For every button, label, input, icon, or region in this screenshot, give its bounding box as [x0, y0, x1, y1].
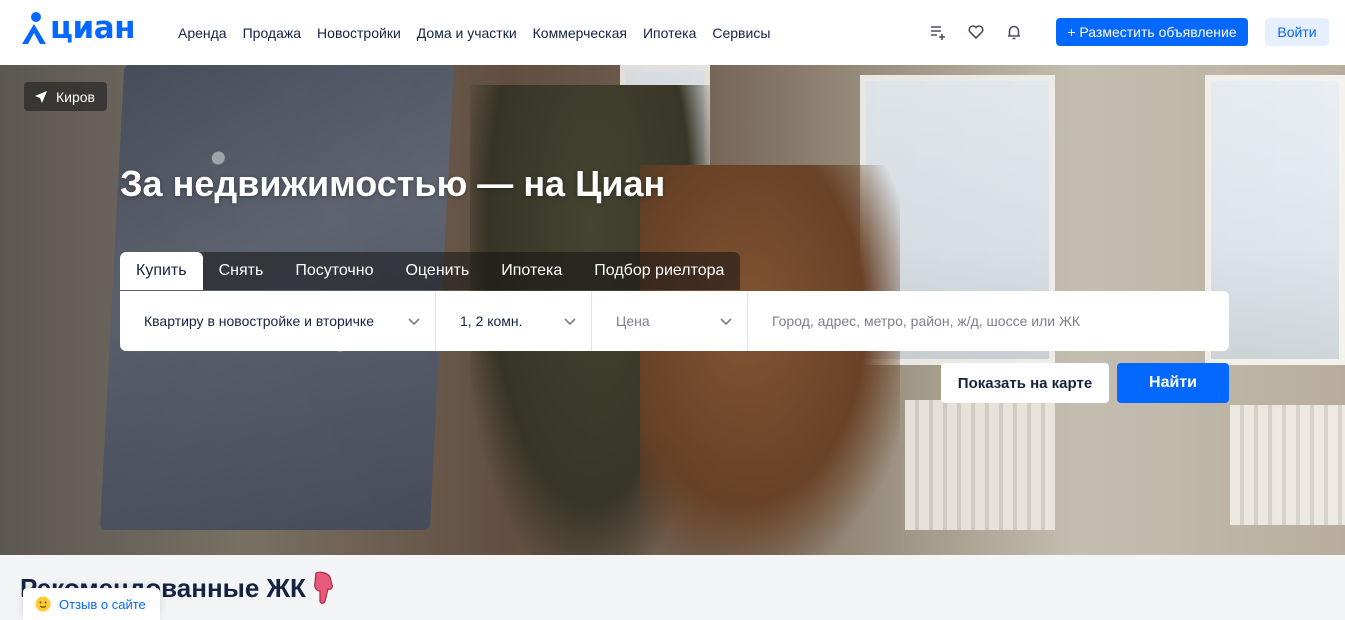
tab-mortgage[interactable]: Ипотека — [485, 252, 578, 290]
chevron-down-icon — [408, 318, 420, 326]
location-selector[interactable]: Киров — [24, 82, 107, 111]
heart-icon[interactable] — [966, 22, 986, 42]
bell-icon[interactable] — [1004, 22, 1024, 42]
tab-buy[interactable]: Купить — [120, 252, 203, 290]
tab-evaluate[interactable]: Оценить — [389, 252, 485, 290]
find-button[interactable]: Найти — [1117, 363, 1229, 403]
post-listing-button[interactable]: + Разместить объявление — [1056, 18, 1248, 46]
hero-banner: Киров За недвижимостью — на Циан Купить … — [0, 65, 1345, 555]
pointing-down-hand-icon — [314, 571, 333, 604]
property-type-value: Квартиру в новостройке и вторичке — [144, 313, 374, 329]
nav-item-rent[interactable]: Аренда — [178, 25, 227, 41]
compare-list-icon[interactable] — [928, 22, 948, 42]
tab-realtor[interactable]: Подбор риелтора — [578, 252, 740, 290]
nav-item-services[interactable]: Сервисы — [712, 25, 770, 41]
feedback-label: Отзыв о сайте — [59, 596, 146, 612]
chevron-down-icon — [720, 318, 732, 326]
nav-item-mortgage[interactable]: Ипотека — [643, 25, 696, 41]
login-button[interactable]: Войти — [1265, 18, 1329, 46]
nav-item-commercial[interactable]: Коммерческая — [533, 25, 627, 41]
main-nav: Аренда Продажа Новостройки Дома и участк… — [178, 0, 786, 65]
site-header: циан Аренда Продажа Новостройки Дома и у… — [0, 0, 1345, 65]
site-feedback-button[interactable]: Отзыв о сайте — [23, 588, 160, 620]
price-select[interactable]: Цена — [592, 291, 748, 351]
logo-text: циан — [50, 10, 136, 46]
nav-item-sale[interactable]: Продажа — [243, 25, 301, 41]
nav-item-new-buildings[interactable]: Новостройки — [317, 25, 401, 41]
hero-title: За недвижимостью — на Циан — [120, 163, 666, 204]
tab-daily[interactable]: Посуточно — [279, 252, 389, 290]
location-label: Киров — [56, 88, 95, 105]
rooms-select[interactable]: 1, 2 комн. — [436, 291, 592, 351]
chevron-down-icon — [564, 318, 576, 326]
cian-logo[interactable]: циан — [20, 6, 136, 50]
recommended-section: Рекомендованные ЖК Отзыв о сайте — [0, 555, 1345, 620]
price-placeholder: Цена — [616, 313, 650, 329]
location-pin-logo-icon — [22, 12, 46, 44]
navigation-arrow-icon — [35, 90, 47, 103]
search-bar: Квартиру в новостройке и вторичке 1, 2 к… — [120, 291, 1229, 351]
rooms-value: 1, 2 комн. — [460, 313, 523, 329]
tab-rent[interactable]: Снять — [203, 252, 280, 290]
property-type-select[interactable]: Квартиру в новостройке и вторичке — [120, 291, 436, 351]
deal-type-tabs: Купить Снять Посуточно Оценить Ипотека П… — [120, 252, 741, 290]
geo-search-input[interactable] — [748, 291, 1229, 351]
nav-item-houses[interactable]: Дома и участки — [417, 25, 517, 41]
smile-emoji-icon — [35, 596, 51, 612]
show-on-map-button[interactable]: Показать на карте — [941, 363, 1109, 403]
